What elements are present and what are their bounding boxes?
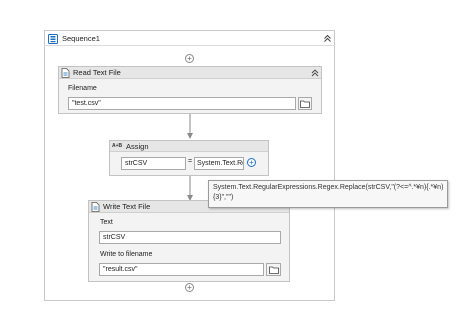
sequence-collapse-icon[interactable] <box>323 34 332 43</box>
connector-arrow <box>187 176 193 201</box>
tooltip-line-1: System.Text.RegularExpressions.Regex.Rep… <box>213 184 444 191</box>
text-label: Text <box>100 219 113 226</box>
assign-title: Assign <box>126 142 149 151</box>
connector-arrow <box>187 114 193 139</box>
sequence-title: Sequence1 <box>62 34 100 43</box>
sequence-icon <box>48 34 58 44</box>
filename-label: Filename <box>68 85 97 92</box>
write-filename-input[interactable]: "result.csv" <box>99 263 264 276</box>
folder-icon <box>268 266 279 274</box>
browse-file-button[interactable] <box>298 97 312 110</box>
plus-icon[interactable]: + <box>247 158 256 167</box>
browse-file-button[interactable] <box>266 263 281 276</box>
write-to-filename-label: Write to filename <box>100 251 153 258</box>
add-activity-icon[interactable]: + <box>185 54 194 63</box>
write-text-file-title: Write Text File <box>103 202 151 211</box>
assign-equals: = <box>188 158 193 165</box>
file-icon <box>61 68 70 78</box>
folder-icon <box>300 100 310 108</box>
read-text-file-collapse-icon[interactable] <box>311 69 319 77</box>
add-activity-icon[interactable]: + <box>185 283 194 292</box>
file-icon <box>91 202 100 212</box>
assign-to-input[interactable]: strCSV <box>121 157 186 170</box>
tooltip-line-2: {3}","") <box>213 194 234 201</box>
assign-value-input[interactable]: System.Text.Re <box>194 157 244 170</box>
text-input[interactable]: strCSV <box>99 231 281 244</box>
assign-badge: A+B <box>112 143 123 149</box>
filename-input[interactable]: "test.csv" <box>68 97 296 110</box>
read-text-file-title: Read Text File <box>73 68 121 77</box>
expression-tooltip: System.Text.RegularExpressions.Regex.Rep… <box>208 180 448 208</box>
